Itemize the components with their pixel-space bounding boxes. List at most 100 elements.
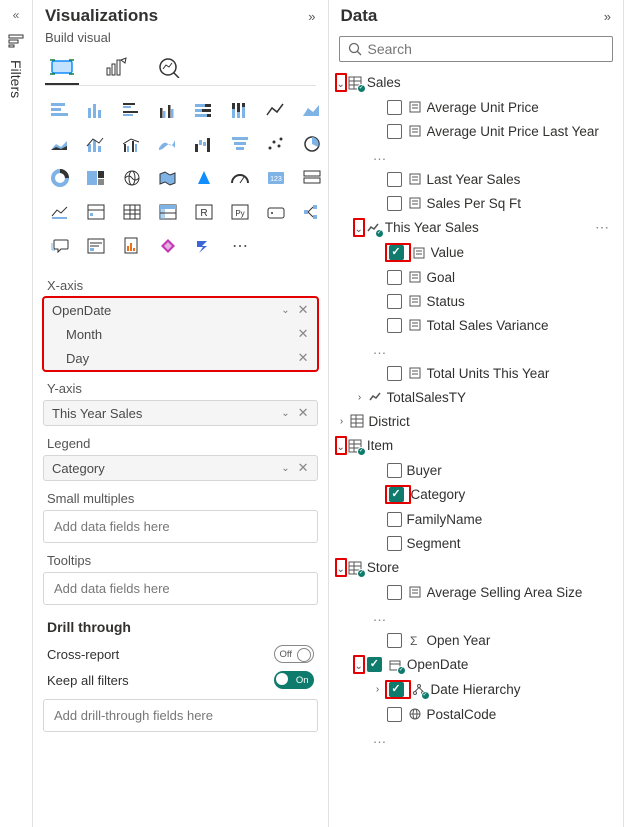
field-checkbox[interactable] bbox=[387, 270, 402, 285]
tooltips-well[interactable]: Add data fields here bbox=[43, 572, 318, 605]
viz-r-visual[interactable]: R bbox=[189, 198, 219, 226]
field-checkbox[interactable] bbox=[389, 682, 404, 697]
remove-field-icon[interactable]: ✕ bbox=[298, 350, 309, 366]
viz-line-clustered-column[interactable] bbox=[117, 130, 147, 158]
field-buyer[interactable]: › Buyer bbox=[335, 458, 618, 482]
field-open-year[interactable]: › Σ Open Year bbox=[335, 628, 618, 652]
field-checkbox[interactable] bbox=[387, 585, 402, 600]
viz-smart-narrative[interactable] bbox=[81, 232, 111, 260]
viz-clustered-column[interactable] bbox=[153, 96, 183, 124]
viz-100-stacked-bar[interactable] bbox=[189, 96, 219, 124]
viz-py-visual[interactable]: Py bbox=[225, 198, 255, 226]
remove-field-icon[interactable]: ✕ bbox=[298, 302, 309, 318]
caret-icon[interactable]: ⌄ bbox=[337, 442, 345, 453]
field-checkbox[interactable] bbox=[387, 366, 402, 381]
viz-line-stacked-column[interactable] bbox=[81, 130, 111, 158]
field-checkbox[interactable] bbox=[387, 512, 402, 527]
more-icon[interactable]: ⋯ bbox=[589, 219, 615, 236]
caret-icon[interactable]: ⌄ bbox=[355, 661, 363, 672]
viz-qna[interactable] bbox=[45, 232, 75, 260]
viz-gauge[interactable] bbox=[225, 164, 255, 192]
caret-icon[interactable]: ⌄ bbox=[355, 224, 363, 235]
viz-kpi[interactable] bbox=[45, 198, 75, 226]
viz-stacked-bar[interactable] bbox=[45, 96, 75, 124]
field-checkbox[interactable] bbox=[387, 124, 402, 139]
viz-stacked-area[interactable] bbox=[45, 130, 75, 158]
field-last-year-sales[interactable]: › Last Year Sales bbox=[335, 167, 618, 191]
field-sales-per-sqft[interactable]: › Sales Per Sq Ft bbox=[335, 191, 618, 215]
field-total-sales-ty[interactable]: › TotalSalesTY bbox=[335, 385, 618, 409]
field-postalcode[interactable]: › PostalCode bbox=[335, 702, 618, 726]
table-sales[interactable]: ⌄ Sales bbox=[335, 70, 618, 95]
build-visual-tab[interactable] bbox=[45, 51, 79, 85]
caret-icon[interactable]: › bbox=[335, 416, 349, 427]
field-checkbox[interactable] bbox=[387, 633, 402, 648]
field-status[interactable]: › Status bbox=[335, 289, 618, 313]
small-multiples-well[interactable]: Add data fields here bbox=[43, 510, 318, 543]
viz-donut[interactable] bbox=[45, 164, 75, 192]
viz-table[interactable] bbox=[117, 198, 147, 226]
analytics-tab[interactable] bbox=[153, 51, 187, 85]
viz-card[interactable]: 123 bbox=[261, 164, 291, 192]
viz-power-apps[interactable] bbox=[153, 232, 183, 260]
viz-decomposition-tree[interactable] bbox=[297, 198, 327, 226]
viz-line[interactable] bbox=[261, 96, 291, 124]
expand-filters-icon[interactable]: « bbox=[13, 8, 20, 22]
field-checkbox[interactable] bbox=[387, 100, 402, 115]
field-date-hierarchy[interactable]: › Date Hierarchy bbox=[335, 677, 618, 702]
field-avg-selling-area[interactable]: › Average Selling Area Size bbox=[335, 580, 618, 604]
remove-field-icon[interactable]: ✕ bbox=[298, 405, 309, 421]
field-opendate[interactable]: ⌄ OpenDate bbox=[335, 652, 618, 677]
field-checkbox[interactable] bbox=[389, 487, 404, 502]
field-checkbox[interactable] bbox=[387, 318, 402, 333]
viz-key-influencers[interactable] bbox=[261, 198, 291, 226]
viz-ribbon[interactable] bbox=[153, 130, 183, 158]
search-box[interactable] bbox=[339, 36, 614, 62]
cross-report-toggle[interactable]: Off bbox=[274, 645, 314, 663]
viz-pie[interactable] bbox=[297, 130, 327, 158]
field-checkbox[interactable] bbox=[389, 245, 404, 260]
viz-slicer[interactable] bbox=[81, 198, 111, 226]
field-avg-unit-price[interactable]: › Average Unit Price bbox=[335, 95, 618, 119]
field-familyname[interactable]: › FamilyName bbox=[335, 507, 618, 531]
collapse-data-icon[interactable]: » bbox=[604, 9, 611, 24]
chevron-down-icon[interactable]: ⌄ bbox=[281, 408, 289, 419]
field-checkbox[interactable] bbox=[387, 707, 402, 722]
table-item[interactable]: ⌄ Item bbox=[335, 433, 618, 458]
viz-filled-map[interactable] bbox=[153, 164, 183, 192]
viz-funnel[interactable] bbox=[225, 130, 255, 158]
field-checkbox[interactable] bbox=[387, 536, 402, 551]
viz-waterfall[interactable] bbox=[189, 130, 219, 158]
viz-100-stacked-column[interactable] bbox=[225, 96, 255, 124]
field-checkbox[interactable] bbox=[387, 196, 402, 211]
field-checkbox[interactable] bbox=[387, 172, 402, 187]
field-segment[interactable]: › Segment bbox=[335, 531, 618, 555]
field-checkbox[interactable] bbox=[387, 463, 402, 478]
viz-stacked-column[interactable] bbox=[81, 96, 111, 124]
keep-all-filters-toggle[interactable]: On bbox=[274, 671, 314, 689]
table-store[interactable]: ⌄ Store bbox=[335, 555, 618, 580]
field-checkbox[interactable] bbox=[387, 294, 402, 309]
viz-more-icon[interactable]: ⋯ bbox=[225, 232, 255, 260]
remove-field-icon[interactable]: ✕ bbox=[298, 460, 309, 476]
field-goal[interactable]: › Goal bbox=[335, 265, 618, 289]
chevron-down-icon[interactable]: ⌄ bbox=[281, 463, 289, 474]
yaxis-well[interactable]: This Year Sales ⌄ ✕ bbox=[43, 400, 318, 426]
caret-icon[interactable]: › bbox=[353, 392, 367, 403]
field-this-year-sales[interactable]: ⌄ This Year Sales ⋯ bbox=[335, 215, 618, 240]
caret-icon[interactable]: › bbox=[371, 684, 385, 695]
field-total-units-ty[interactable]: › Total Units This Year bbox=[335, 361, 618, 385]
viz-area[interactable] bbox=[297, 96, 327, 124]
remove-field-icon[interactable]: ✕ bbox=[298, 326, 309, 342]
chevron-down-icon[interactable]: ⌄ bbox=[281, 305, 289, 316]
caret-icon[interactable]: ⌄ bbox=[337, 564, 345, 575]
field-category[interactable]: › Category bbox=[335, 482, 618, 507]
field-value[interactable]: › Value bbox=[335, 240, 618, 265]
search-input[interactable] bbox=[368, 41, 605, 57]
viz-treemap[interactable] bbox=[81, 164, 111, 192]
viz-clustered-bar[interactable] bbox=[117, 96, 147, 124]
viz-multi-row-card[interactable] bbox=[297, 164, 327, 192]
viz-map[interactable] bbox=[117, 164, 147, 192]
filters-pane-collapsed[interactable]: « Filters bbox=[0, 0, 33, 827]
format-visual-tab[interactable] bbox=[99, 51, 133, 85]
